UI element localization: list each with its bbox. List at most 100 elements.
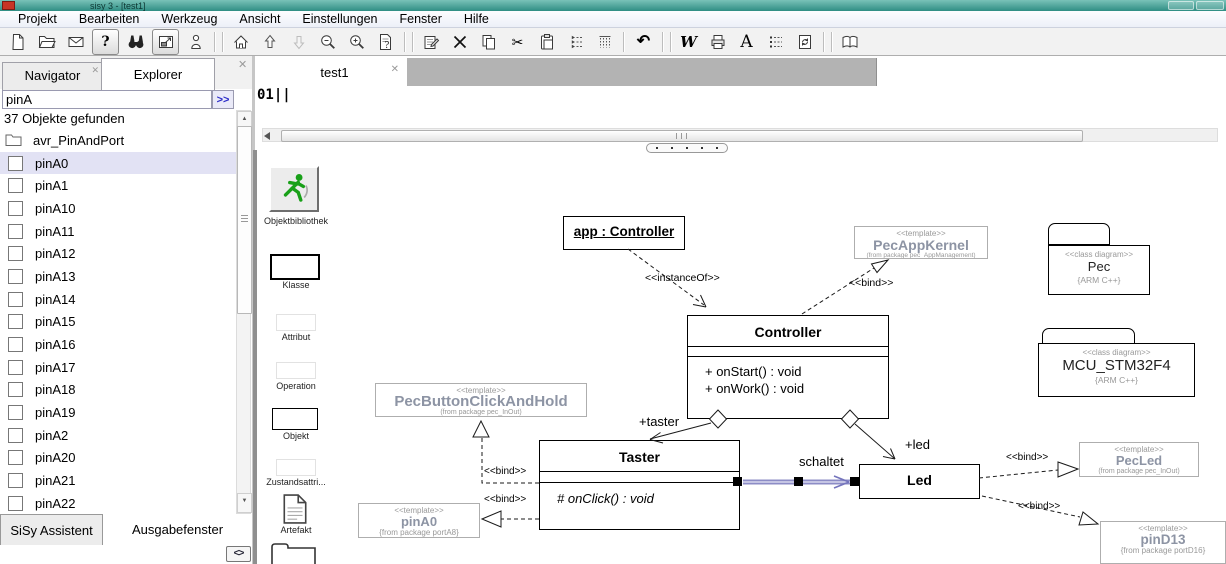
palette-zustandsattribut-tool[interactable] [276, 459, 316, 476]
menu-einstellungen[interactable]: Einstellungen [291, 12, 388, 26]
list-item[interactable]: pinA10 [0, 197, 236, 220]
palette-attribut-tool[interactable] [276, 314, 316, 331]
delete-button[interactable] [447, 30, 472, 54]
splitter-handle[interactable] [646, 143, 728, 153]
canvas-horizontal-scrollbar[interactable] [262, 128, 1218, 142]
stereotype: <<class diagram>> [1049, 250, 1149, 259]
uml-template-pecled[interactable]: <<template>> PecLed (from package pec_In… [1079, 442, 1199, 477]
menu-ansicht[interactable]: Ansicht [228, 12, 291, 26]
list-item[interactable]: pinA11 [0, 220, 236, 243]
word-export-button[interactable]: W [676, 30, 701, 54]
close-tab-icon[interactable]: ✕ [391, 65, 399, 74]
list-item-label: pinA16 [35, 337, 75, 352]
minimize-button[interactable] [1168, 1, 1194, 10]
edit-properties-button[interactable] [418, 30, 443, 54]
home-button[interactable] [228, 30, 253, 54]
uml-class-taster[interactable]: Taster # onClick() : void [539, 440, 740, 530]
list-scrollbar[interactable]: ▲ ▼ [236, 110, 251, 514]
menu-projekt[interactable]: Projekt [7, 12, 68, 26]
bullet-list-button[interactable] [763, 30, 788, 54]
mail-button[interactable] [63, 30, 88, 54]
tab-ausgabefenster[interactable]: Ausgabefenster [103, 514, 252, 545]
tab-test1[interactable]: test1 ✕ [262, 58, 407, 86]
palette-objekt-tool[interactable] [272, 408, 318, 430]
tab-test1-label: test1 [320, 65, 348, 80]
refresh-document-button[interactable] [792, 30, 817, 54]
list-item[interactable]: avr_PinAndPort [0, 129, 236, 152]
menu-werkzeug[interactable]: Werkzeug [150, 12, 228, 26]
list-item[interactable]: pinA15 [0, 311, 236, 334]
uml-object-app-controller[interactable]: app : Controller [563, 216, 685, 250]
handle-dot [686, 147, 688, 149]
menu-bearbeiten[interactable]: Bearbeiten [68, 12, 150, 26]
open-folder-button[interactable] [34, 30, 59, 54]
undo-button[interactable]: ↶ [631, 30, 656, 54]
structure-list-button[interactable] [563, 30, 588, 54]
print-button[interactable] [705, 30, 730, 54]
copy-button[interactable] [476, 30, 501, 54]
artefakt-icon [282, 494, 308, 524]
search-input[interactable] [2, 90, 212, 109]
tab-sisy-assistent[interactable]: SiSy Assistent [0, 514, 103, 545]
maximize-button[interactable] [1196, 1, 1224, 10]
zoom-out-button[interactable] [315, 30, 340, 54]
list-item[interactable]: pinA18 [0, 379, 236, 402]
uml-template-pecbuttonclickandhold[interactable]: <<template>> PecButtonClickAndHold (from… [375, 383, 587, 417]
documentation-book-button[interactable] [837, 30, 862, 54]
palette-klasse-tool[interactable] [270, 254, 320, 280]
scrollbar-thumb[interactable] [237, 126, 252, 314]
uml-class-controller[interactable]: Controller + onStart() : void + onWork()… [687, 315, 889, 419]
list-item[interactable]: pinA2 [0, 424, 236, 447]
search-binoculars-button[interactable] [123, 30, 148, 54]
package-mcu-stm32f4[interactable]: <<class diagram>> MCU_STM32F4 {ARM C++} [1038, 343, 1195, 397]
search-go-button[interactable]: >> [212, 90, 234, 109]
list-item-selected[interactable]: pinA0 [0, 152, 236, 175]
scrollbar-thumb[interactable] [281, 130, 1083, 142]
help-button[interactable]: ? [92, 29, 119, 55]
scroll-down-button[interactable]: ▼ [237, 493, 252, 513]
uml-template-pecappkernel[interactable]: <<template>> PecAppKernel (from package … [854, 226, 988, 259]
paste-button[interactable] [534, 30, 559, 54]
menu-fenster[interactable]: Fenster [388, 12, 452, 26]
list-item[interactable]: pinA16 [0, 333, 236, 356]
package-pec[interactable]: <<class diagram>> Pec {ARM C++} [1048, 245, 1150, 295]
new-document-button[interactable] [5, 30, 30, 54]
zoom-in-button[interactable] [344, 30, 369, 54]
label-role-taster: +taster [639, 414, 679, 429]
close-icon[interactable]: ✕ [91, 66, 99, 75]
collapse-panel-button[interactable]: <> [226, 546, 251, 562]
font-button[interactable]: A [734, 30, 759, 54]
inline-edit-text[interactable]: 01|| [257, 87, 291, 103]
navigate-up-button[interactable] [257, 30, 282, 54]
list-item[interactable]: pinA19 [0, 401, 236, 424]
object-name: app : Controller [564, 217, 684, 246]
package-pec-tab[interactable] [1048, 223, 1110, 245]
attribute-compartment [688, 346, 888, 357]
list-item[interactable]: pinA22 [0, 492, 236, 515]
list-item[interactable]: pinA13 [0, 265, 236, 288]
list-item[interactable]: pinA21 [0, 469, 236, 492]
palette-folder-tool[interactable] [270, 542, 318, 564]
menu-hilfe[interactable]: Hilfe [453, 12, 500, 26]
scroll-left-icon[interactable] [264, 132, 270, 140]
object-library-button[interactable] [269, 166, 319, 212]
list-item[interactable]: pinA17 [0, 356, 236, 379]
list-item[interactable]: pinA1 [0, 174, 236, 197]
diagram-view-button[interactable] [152, 29, 179, 55]
palette-artefakt-tool[interactable] [282, 494, 308, 529]
list-item[interactable]: pinA12 [0, 242, 236, 265]
person-objects-button[interactable] [183, 30, 208, 54]
uml-template-pind13[interactable]: <<template>> pinD13 {from package portD1… [1100, 521, 1226, 564]
list-item[interactable]: pinA14 [0, 288, 236, 311]
close-panel-icon[interactable]: ✕ [238, 61, 247, 70]
package-mcu-tab[interactable] [1042, 328, 1135, 344]
title-bar: sisy 3 - [test1] [0, 0, 1226, 11]
table-view-button[interactable] [592, 30, 617, 54]
list-item[interactable]: pinA20 [0, 447, 236, 470]
palette-operation-tool[interactable] [276, 362, 316, 379]
cut-button[interactable]: ✂ [505, 30, 530, 54]
document-properties-button[interactable]: ? [373, 30, 398, 54]
uml-class-led[interactable]: Led [859, 464, 980, 499]
uml-template-pina0[interactable]: <<template>> pinA0 {from package portA8} [358, 503, 480, 538]
navigate-down-button[interactable] [286, 30, 311, 54]
